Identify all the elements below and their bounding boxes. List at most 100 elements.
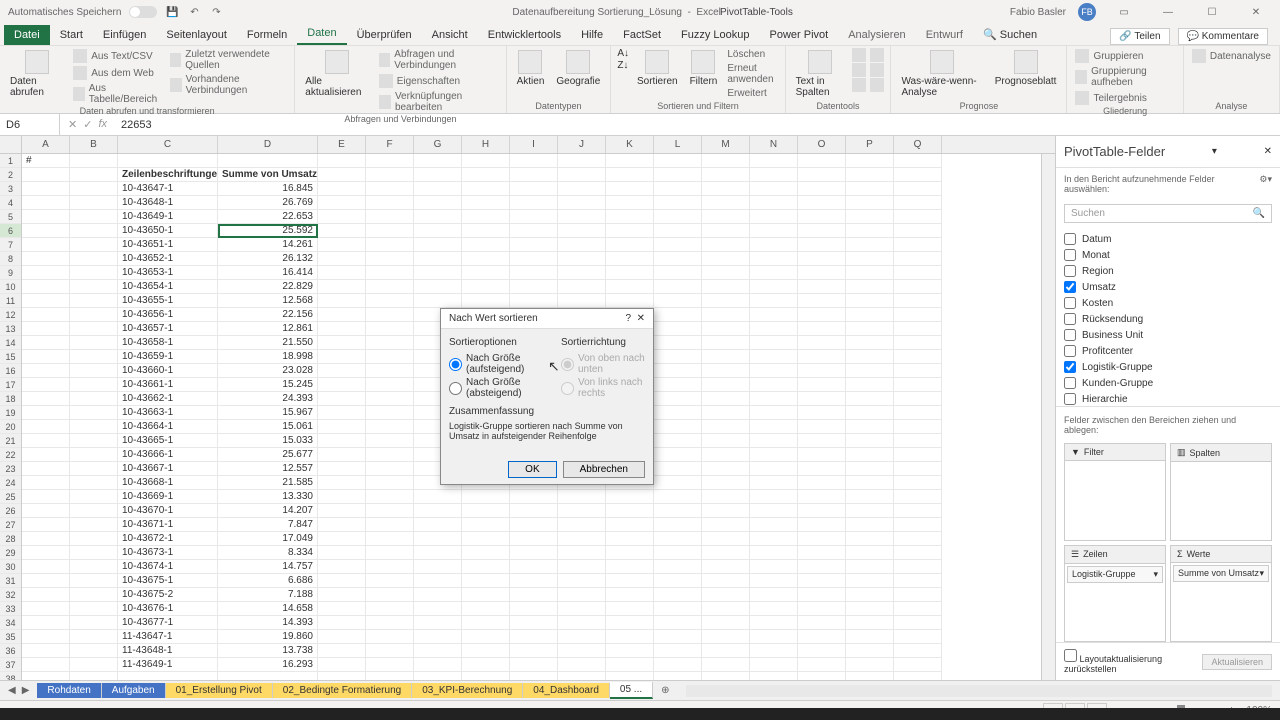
cell[interactable] [606, 280, 654, 294]
cell[interactable] [510, 196, 558, 210]
cell[interactable] [70, 168, 118, 182]
cell[interactable] [558, 574, 606, 588]
cell[interactable] [606, 490, 654, 504]
cell[interactable] [894, 350, 942, 364]
cell[interactable] [70, 154, 118, 168]
cell[interactable] [70, 350, 118, 364]
cell[interactable]: 11-43649-1 [118, 658, 218, 672]
cell[interactable] [654, 308, 702, 322]
cell[interactable] [414, 210, 462, 224]
col-header[interactable]: C [118, 136, 218, 153]
cell[interactable] [894, 546, 942, 560]
cell[interactable] [22, 602, 70, 616]
cell[interactable] [462, 546, 510, 560]
ribbon-options-icon[interactable]: ▭ [1108, 7, 1140, 18]
cell[interactable] [750, 434, 798, 448]
cell[interactable] [558, 252, 606, 266]
cell[interactable] [22, 420, 70, 434]
cell[interactable] [606, 182, 654, 196]
cell[interactable] [366, 644, 414, 658]
cell[interactable]: 10-43647-1 [118, 182, 218, 196]
cell[interactable] [846, 434, 894, 448]
cell[interactable] [846, 630, 894, 644]
cell[interactable]: 10-43657-1 [118, 322, 218, 336]
cell[interactable] [558, 238, 606, 252]
cell[interactable] [462, 490, 510, 504]
field-item[interactable]: Region [1064, 263, 1272, 279]
cell[interactable] [654, 280, 702, 294]
cell[interactable] [366, 266, 414, 280]
cell[interactable] [70, 196, 118, 210]
cell[interactable] [798, 182, 846, 196]
cell[interactable] [318, 378, 366, 392]
cell[interactable] [654, 616, 702, 630]
cell[interactable] [462, 504, 510, 518]
cell[interactable]: 15.967 [218, 406, 318, 420]
cell[interactable] [70, 322, 118, 336]
cell[interactable] [22, 532, 70, 546]
cell[interactable]: 13.330 [218, 490, 318, 504]
cell[interactable] [846, 658, 894, 672]
from-web-button[interactable]: Aus dem Web [71, 65, 163, 81]
cell[interactable] [558, 588, 606, 602]
cell[interactable] [798, 336, 846, 350]
cell[interactable] [366, 672, 414, 680]
cell[interactable] [750, 672, 798, 680]
row-header[interactable]: 33 [0, 602, 21, 616]
cell[interactable] [846, 490, 894, 504]
cell[interactable] [846, 308, 894, 322]
tab-start[interactable]: Start [50, 25, 93, 45]
cell[interactable] [750, 504, 798, 518]
cell[interactable] [894, 392, 942, 406]
cell[interactable] [894, 518, 942, 532]
cell[interactable] [894, 168, 942, 182]
cell[interactable] [414, 630, 462, 644]
row-header[interactable]: 25 [0, 490, 21, 504]
cell[interactable] [318, 462, 366, 476]
cell[interactable] [702, 294, 750, 308]
cell[interactable] [70, 448, 118, 462]
cell[interactable]: 12.568 [218, 294, 318, 308]
cell[interactable] [702, 350, 750, 364]
cell[interactable] [318, 672, 366, 680]
cell[interactable] [318, 392, 366, 406]
cell[interactable] [366, 574, 414, 588]
cell[interactable] [798, 616, 846, 630]
cell[interactable] [846, 294, 894, 308]
cell[interactable]: 16.293 [218, 658, 318, 672]
reapply-button[interactable]: Erneut anwenden [725, 62, 778, 86]
cell[interactable] [606, 630, 654, 644]
cell[interactable] [366, 238, 414, 252]
vertical-scrollbar[interactable] [1041, 154, 1055, 680]
cell[interactable] [70, 602, 118, 616]
cell[interactable] [510, 154, 558, 168]
cell[interactable] [606, 294, 654, 308]
user-avatar[interactable]: FB [1078, 3, 1096, 21]
cell[interactable] [414, 602, 462, 616]
cell[interactable] [798, 364, 846, 378]
gear-icon[interactable]: ⚙▾ [1259, 174, 1272, 194]
cell[interactable]: 10-43652-1 [118, 252, 218, 266]
cell[interactable] [846, 168, 894, 182]
cell[interactable]: 10-43671-1 [118, 518, 218, 532]
cell[interactable] [846, 420, 894, 434]
cell[interactable] [846, 154, 894, 168]
cell[interactable] [414, 504, 462, 518]
row-header[interactable]: 36 [0, 644, 21, 658]
cell[interactable]: 10-43667-1 [118, 462, 218, 476]
cell[interactable] [894, 658, 942, 672]
row-header[interactable]: 13 [0, 322, 21, 336]
cell[interactable] [654, 476, 702, 490]
cell[interactable] [894, 434, 942, 448]
cell[interactable] [318, 630, 366, 644]
cell[interactable] [702, 308, 750, 322]
cell[interactable] [318, 154, 366, 168]
cell[interactable] [318, 546, 366, 560]
cell[interactable] [22, 588, 70, 602]
cell[interactable]: 10-43662-1 [118, 392, 218, 406]
cell[interactable] [558, 518, 606, 532]
cell[interactable] [846, 616, 894, 630]
col-header[interactable]: A [22, 136, 70, 153]
existing-conn-button[interactable]: Vorhandene Verbindungen [168, 73, 289, 97]
field-item[interactable]: Business Unit [1064, 327, 1272, 343]
